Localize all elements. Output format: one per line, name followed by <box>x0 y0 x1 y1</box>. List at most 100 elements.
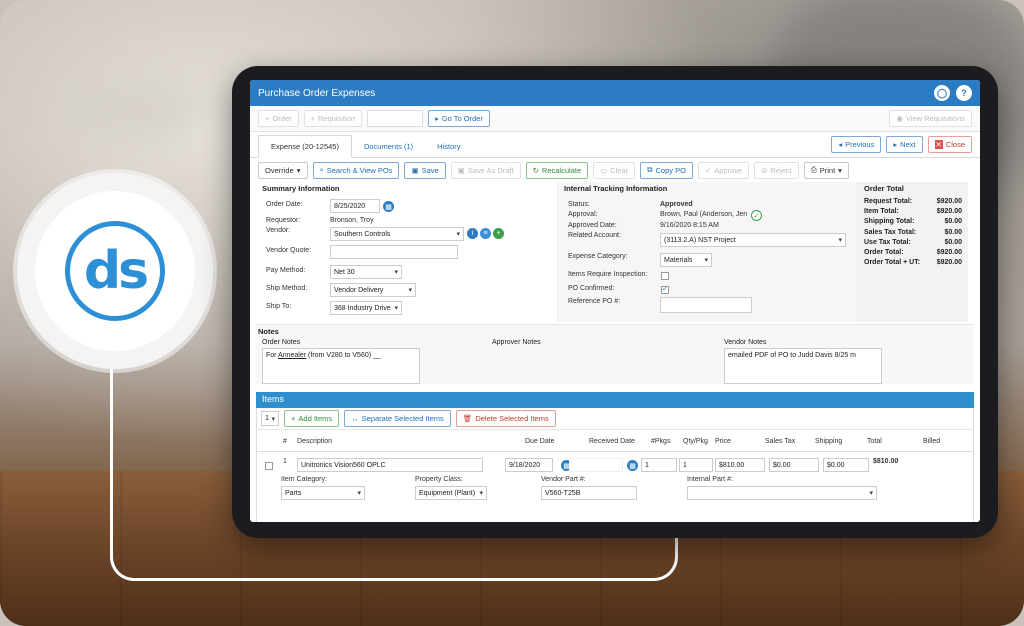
order-notes-textarea[interactable]: For Annealer (from V280 to V560) __ <box>262 348 420 384</box>
approved-check-icon: ✓ <box>751 210 762 221</box>
item-description-input[interactable]: Unitronics Vision560 OPLC <box>297 458 483 472</box>
po-confirmed-checkbox[interactable]: ✓ <box>661 286 669 294</box>
window-title: Purchase Order Expenses <box>258 87 376 99</box>
view-requisitions-button[interactable]: ◉ View Requisitions <box>889 110 972 127</box>
tab-bar: Expense (20-12545) Documents (1) History… <box>250 132 980 158</box>
total-row: Order Total + UT: $920.00 <box>864 259 962 267</box>
row-total: $810.00 <box>873 458 899 465</box>
tab-documents[interactable]: Documents (1) <box>352 136 425 157</box>
ship-to-label: Ship To: <box>266 303 292 310</box>
tab-expense[interactable]: Expense (20-12545) <box>258 135 352 158</box>
approve-button[interactable]: ✓ Approve <box>697 161 750 179</box>
total-row: Item Total: $920.00 <box>864 208 962 216</box>
status-value: Approved <box>660 201 693 208</box>
property-class-label: Property Class: <box>415 476 463 483</box>
received-date-input[interactable] <box>569 458 623 472</box>
chat-icon[interactable]: ◯ <box>934 85 950 101</box>
order-total-section: Order Total Request Total: $920.00 Item T… <box>858 182 968 322</box>
chevron-down-icon: ▾ <box>296 165 301 175</box>
vendor-notes: Vendor Notes emailed PDF of PO to Judd D… <box>724 339 882 384</box>
summary-title: Summary Information <box>262 184 340 193</box>
document-icon: ▭ <box>600 165 608 175</box>
close-button[interactable]: ✕ Close <box>927 136 972 153</box>
vendor-part-label: Vendor Part #: <box>541 476 586 483</box>
info-icon[interactable]: i <box>467 228 478 239</box>
separate-items-button[interactable]: ↔ Separate Selected Items <box>344 410 451 427</box>
status-label: Status: <box>568 201 590 208</box>
inspection-label: Items Require Inspection: <box>568 271 648 278</box>
calendar-icon[interactable]: ▦ <box>627 460 638 471</box>
related-account-select[interactable]: (3113.2.A) NST Project <box>660 233 846 247</box>
po-sections: Summary Information Order Date: 8/25/202… <box>250 182 980 322</box>
new-requisition-button[interactable]: + Requisition <box>303 110 363 127</box>
inspection-checkbox[interactable] <box>661 272 669 280</box>
row-select-checkbox[interactable] <box>265 462 273 470</box>
vendor-notes-textarea[interactable]: emailed PDF of PO to Judd Davis 8/25 m <box>724 348 882 384</box>
refresh-icon: ↻ <box>532 165 539 175</box>
logo-badge: ds <box>17 173 213 369</box>
search-icon: ⌕ <box>319 165 324 174</box>
shipping-input[interactable]: $0.00 <box>823 458 869 472</box>
tracking-section: Internal Tracking Information Status: Ap… <box>558 182 858 322</box>
clear-button[interactable]: ▭ Clear <box>593 161 636 179</box>
copy-po-button[interactable]: ⧉ Copy PO <box>640 161 693 179</box>
requestor-label: Requestor: <box>266 217 301 224</box>
table-row: 1 Unitronics Vision560 OPLC 9/18/2020 ▦ … <box>257 452 973 512</box>
order-date-input[interactable]: 8/25/2020 <box>330 199 380 213</box>
price-input[interactable]: $810.00 <box>715 458 765 472</box>
save-draft-button[interactable]: ▣ Save As Draft <box>450 161 521 179</box>
reference-po-input[interactable] <box>660 297 752 313</box>
item-category-select[interactable]: Parts <box>281 486 365 500</box>
vendor-part-input[interactable]: V560-T25B <box>541 486 637 500</box>
pkgs-input[interactable]: 1 <box>641 458 677 472</box>
pay-method-label: Pay Method: <box>266 267 306 274</box>
window-titlebar: Purchase Order Expenses ◯ ? <box>250 80 980 106</box>
due-date-input[interactable]: 9/18/2020 <box>505 458 553 472</box>
plus-icon: + <box>265 114 270 123</box>
qty-pkg-input[interactable]: 1 <box>679 458 713 472</box>
po-confirmed-label: PO Confirmed: <box>568 285 615 292</box>
approval-label: Approval: <box>568 211 598 218</box>
requestor-value: Bronson, Troy <box>330 217 374 224</box>
order-number-input[interactable] <box>367 110 424 127</box>
recalculate-button[interactable]: ↻ Recalculate <box>525 161 589 179</box>
calendar-icon[interactable]: ▦ <box>383 201 394 212</box>
vendor-quote-input[interactable] <box>330 245 458 259</box>
caret-left-icon: ◂ <box>838 140 843 149</box>
save-button[interactable]: ▣ Save <box>404 161 446 179</box>
delete-items-button[interactable]: 🗑 Delete Selected Items <box>455 410 556 427</box>
ship-method-label: Ship Method: <box>266 285 308 292</box>
reject-button[interactable]: ⊘ Reject <box>754 161 799 179</box>
notes-icon[interactable]: ≡ <box>480 228 491 239</box>
eye-icon: ◉ <box>896 114 903 123</box>
approver-notes: Approver Notes <box>492 339 541 346</box>
tab-history[interactable]: History <box>425 136 472 157</box>
search-pos-button[interactable]: ⌕ Search & View POs <box>312 161 400 179</box>
go-to-order-button[interactable]: ▸ Go To Order <box>428 110 490 127</box>
override-dropdown[interactable]: Override ▾ <box>258 161 308 179</box>
split-arrows-icon: ↔ <box>351 414 359 423</box>
internal-part-select[interactable] <box>687 486 877 500</box>
ship-to-select[interactable]: 368 Industry Drive <box>330 301 402 315</box>
add-items-button[interactable]: + Add Items <box>284 410 340 427</box>
print-dropdown[interactable]: ⎙ Print ▾ <box>803 161 849 179</box>
sales-tax-input[interactable]: $0.00 <box>769 458 819 472</box>
help-icon[interactable]: ? <box>956 85 972 101</box>
pay-method-select[interactable]: Net 30 <box>330 265 402 279</box>
items-panel: 1 +Add Items ↔Separate Selected Items 🗑D… <box>256 408 974 522</box>
caret-right-icon: ▸ <box>893 140 898 149</box>
next-button[interactable]: ▸ Next <box>886 136 923 153</box>
related-account-label: Related Account: <box>568 232 621 239</box>
ship-method-select[interactable]: Vendor Delivery <box>330 283 416 297</box>
new-order-button[interactable]: + Order <box>258 110 299 127</box>
items-table-header: # Description Due Date Received Date #Pk… <box>257 434 973 452</box>
order-notes: Order Notes For Annealer (from V280 to V… <box>262 339 420 384</box>
previous-button[interactable]: ◂ Previous <box>831 136 882 153</box>
property-class-select[interactable]: Equipment (Plant) <box>415 486 487 500</box>
expense-category-select[interactable]: Materials <box>660 253 712 267</box>
add-vendor-icon[interactable]: + <box>493 228 504 239</box>
page-size-select[interactable]: 1 <box>261 411 279 426</box>
vendor-select[interactable]: Southern Controls <box>330 227 464 241</box>
print-icon: ⎙ <box>810 165 817 174</box>
items-toolbar: 1 +Add Items ↔Separate Selected Items 🗑D… <box>257 408 973 430</box>
